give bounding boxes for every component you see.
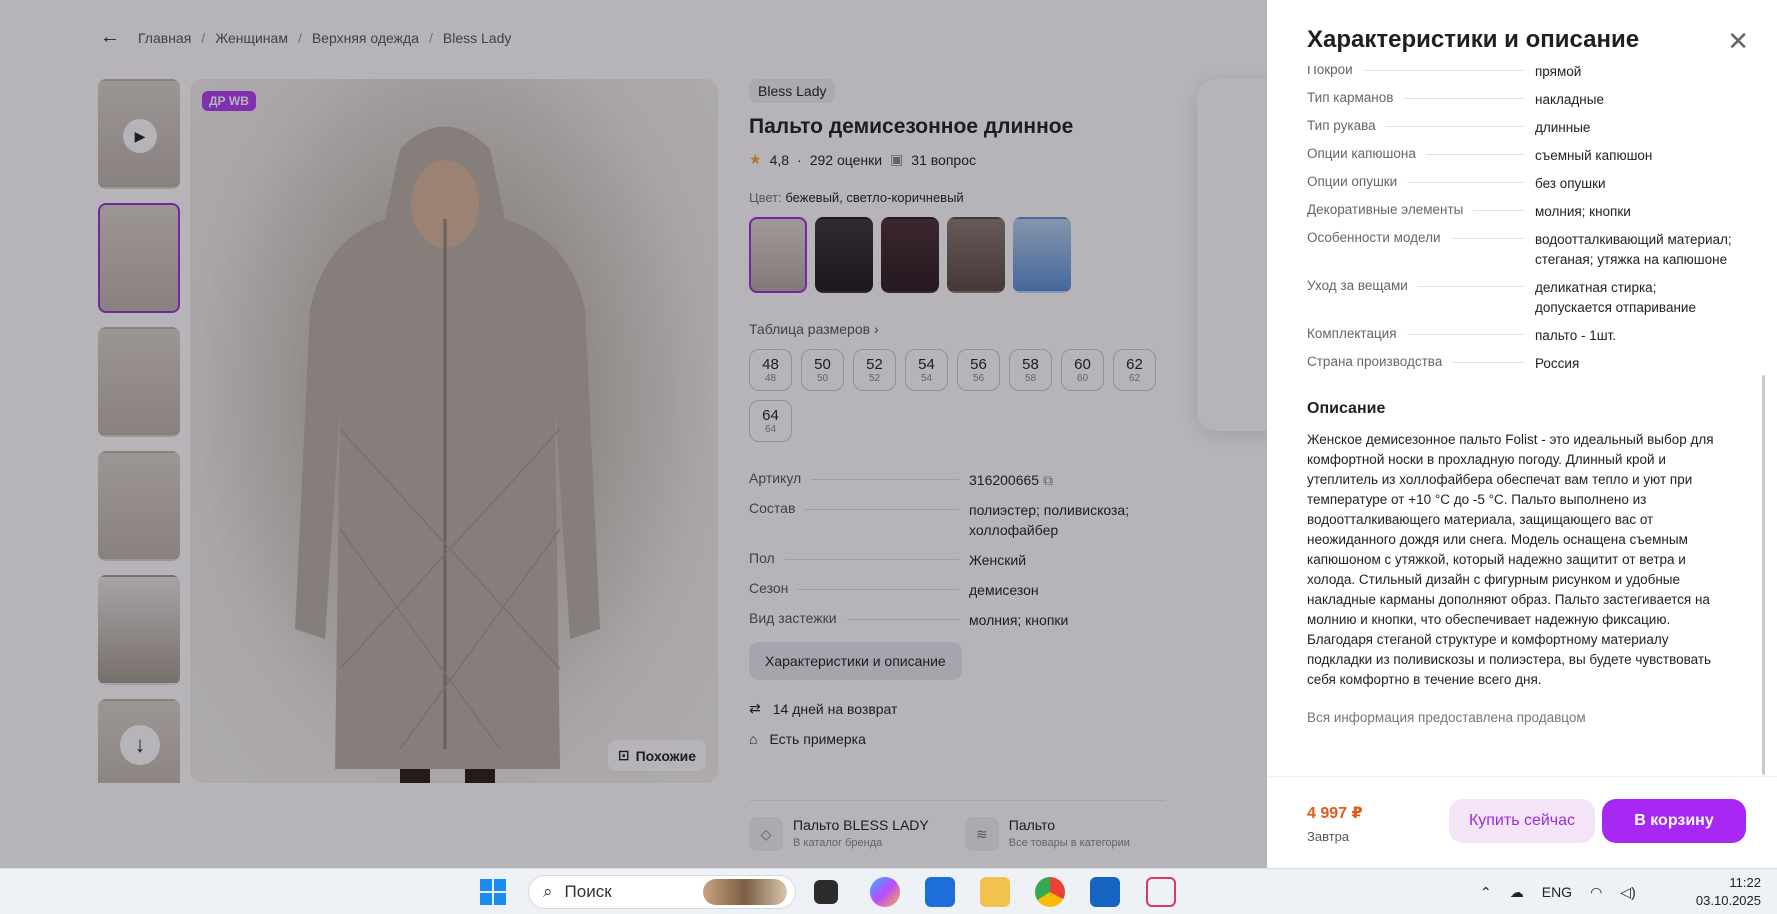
- spec-row: Опции опушки без опушки: [1307, 174, 1606, 191]
- search-highlight-image: [703, 879, 787, 905]
- close-icon[interactable]: ✕: [1727, 28, 1749, 54]
- spec-row: Уход за вещами деликатная стирка; допуска…: [1307, 278, 1696, 315]
- taskbar: ⌕ Поиск ⌃ ☁ ENG ◠ ◁) 11:22 03.10.2025: [0, 868, 1777, 914]
- characteristics-drawer: Характеристики и описание ✕ Покрой прямой…: [1267, 0, 1777, 868]
- chevron-up-icon[interactable]: ⌃: [1480, 884, 1492, 901]
- snipping-tool-icon[interactable]: [1146, 877, 1176, 907]
- spec-row: Декоративные элементы молния; кнопки: [1307, 202, 1631, 219]
- volume-icon[interactable]: ◁): [1620, 884, 1635, 901]
- drawer-scrollbar[interactable]: [1762, 375, 1765, 775]
- seller-note: Вся информация предоставлена продавцом: [1307, 710, 1586, 725]
- explorer-icon[interactable]: [980, 877, 1010, 907]
- language-indicator[interactable]: ENG: [1542, 884, 1572, 900]
- drawer-title: Характеристики и описание: [1307, 26, 1640, 53]
- copilot-icon[interactable]: [870, 877, 900, 907]
- footer-delivery: Завтра: [1307, 829, 1350, 844]
- spec-row: Тип карманов накладные: [1307, 90, 1604, 107]
- windows-start-icon[interactable]: [480, 879, 506, 905]
- spec-row: Покрой прямой: [1307, 66, 1582, 79]
- spec-row: Страна производства Россия: [1307, 354, 1580, 371]
- spec-row: Комплектация пальто - 1шт.: [1307, 326, 1616, 343]
- spec-row: Опции капюшона съемный капюшон: [1307, 146, 1653, 163]
- system-tray: ⌃ ☁ ENG ◠ ◁): [1480, 869, 1636, 914]
- wifi-icon[interactable]: ◠: [1590, 884, 1602, 901]
- search-icon: ⌕: [543, 882, 553, 901]
- cloud-offline-icon[interactable]: ☁: [1510, 884, 1524, 901]
- drawer-footer: 4 997 ₽ Завтра Купить сейчас В корзину: [1267, 776, 1777, 868]
- description-text: Женское демисезонное пальто Folist - это…: [1307, 432, 1714, 687]
- buy-now-button[interactable]: Купить сейчас: [1449, 799, 1595, 843]
- terminal-icon[interactable]: [1090, 877, 1120, 907]
- spec-row: Тип рукава длинные: [1307, 118, 1591, 135]
- clock[interactable]: 11:22 03.10.2025: [1696, 874, 1761, 910]
- chrome-icon[interactable]: [1035, 877, 1065, 907]
- add-to-cart-button[interactable]: В корзину: [1602, 799, 1746, 843]
- overlay-backdrop[interactable]: [0, 0, 1267, 868]
- taskbar-search[interactable]: ⌕ Поиск: [528, 875, 796, 909]
- drawer-content[interactable]: Покрой прямой Тип карманов накладные Тип р…: [1307, 66, 1737, 776]
- footer-price: 4 997 ₽: [1307, 805, 1363, 822]
- description-title: Описание: [1307, 400, 1386, 417]
- task-view-icon[interactable]: [814, 880, 838, 904]
- store-icon[interactable]: [925, 877, 955, 907]
- spec-row: Особенности модели водоотталкивающий мате…: [1307, 230, 1732, 267]
